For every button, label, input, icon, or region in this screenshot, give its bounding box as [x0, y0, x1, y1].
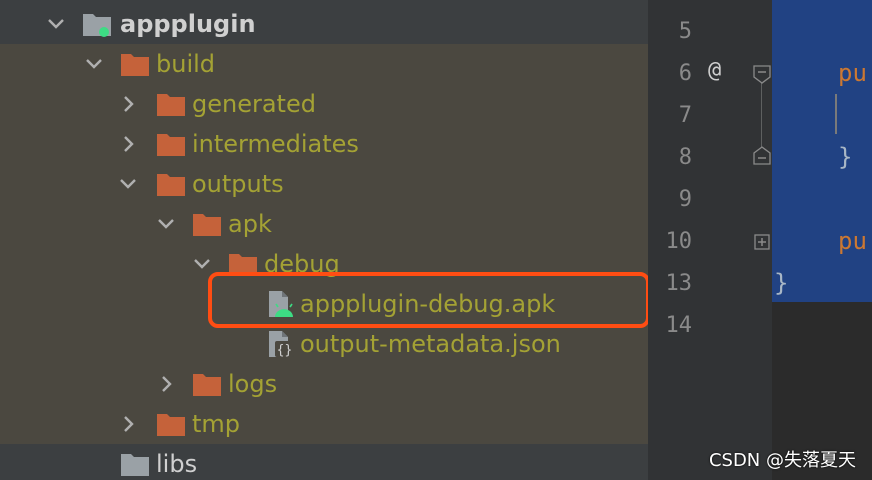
tree-row-outputs[interactable]: outputs [0, 164, 648, 204]
line-number: 7 [678, 103, 692, 128]
chevron-right-icon[interactable] [116, 92, 140, 116]
chevron-right-icon[interactable] [116, 132, 140, 156]
tree-row-metadata-file[interactable]: {} output-metadata.json [0, 324, 648, 364]
line-number: 10 [665, 229, 693, 254]
tree-row-generated[interactable]: generated [0, 84, 648, 124]
chevron-right-icon[interactable] [154, 372, 178, 396]
folder-icon [157, 94, 185, 116]
line-number: 8 [678, 145, 692, 170]
tree-label-logs: logs [228, 370, 278, 398]
tree-label-build: build [156, 50, 216, 78]
chevron-down-icon[interactable] [82, 52, 106, 76]
chevron-down-icon[interactable] [116, 172, 140, 196]
module-folder-icon [83, 14, 111, 37]
tree-row-tmp[interactable]: tmp [0, 404, 648, 444]
tree-label-outputs: outputs [192, 170, 284, 198]
folder-icon [193, 214, 221, 236]
chevron-down-icon[interactable] [44, 12, 68, 36]
code-selection [772, 0, 872, 302]
indent-guide [835, 94, 837, 134]
highlight-box [208, 272, 648, 328]
line-number: 9 [678, 187, 692, 212]
code-keyword: pu [838, 59, 867, 87]
tree-row-libs[interactable]: libs [0, 444, 648, 480]
fold-end-icon[interactable] [752, 146, 772, 166]
chevron-down-icon[interactable] [154, 212, 178, 236]
tree-label-intermediates: intermediates [192, 130, 359, 158]
folder-icon [121, 454, 149, 476]
tree-row-appplugin[interactable]: appplugin [0, 4, 648, 44]
annotation-marker[interactable]: @ [708, 58, 721, 83]
line-number: 5 [678, 19, 692, 44]
tree-row-build[interactable]: build [0, 44, 648, 84]
fold-expand-icon[interactable] [752, 232, 772, 252]
tree-label-tmp: tmp [192, 410, 241, 438]
fold-collapse-icon[interactable] [752, 64, 772, 84]
folder-icon [157, 134, 185, 156]
project-tree-panel: appplugin build generated intermediates … [0, 0, 648, 480]
json-file-icon: {} [269, 331, 294, 358]
folder-icon [121, 54, 149, 76]
code-brace: } [838, 143, 853, 171]
tree-label-metadata-file: output-metadata.json [300, 330, 561, 358]
line-number: 13 [665, 271, 693, 296]
folder-icon [193, 374, 221, 396]
tree-row-apk[interactable]: apk [0, 204, 648, 244]
folder-icon [157, 414, 185, 436]
fold-guide [761, 78, 762, 148]
tree-label-libs: libs [156, 450, 198, 478]
tree-label-appplugin: appplugin [120, 10, 256, 38]
tree-row-intermediates[interactable]: intermediates [0, 124, 648, 164]
code-brace: } [774, 269, 789, 297]
line-number: 6 [678, 61, 692, 86]
watermark: CSDN @失落夏天 [708, 450, 856, 471]
chevron-down-icon[interactable] [190, 252, 214, 276]
code-keyword: pu [838, 227, 867, 255]
tree-label-apk: apk [228, 210, 272, 238]
folder-icon [157, 174, 185, 196]
svg-text:{}: {} [277, 343, 293, 358]
tree-label-generated: generated [192, 90, 316, 118]
line-number: 14 [665, 313, 693, 338]
tree-row-logs[interactable]: logs [0, 364, 648, 404]
chevron-right-icon[interactable] [116, 412, 140, 436]
